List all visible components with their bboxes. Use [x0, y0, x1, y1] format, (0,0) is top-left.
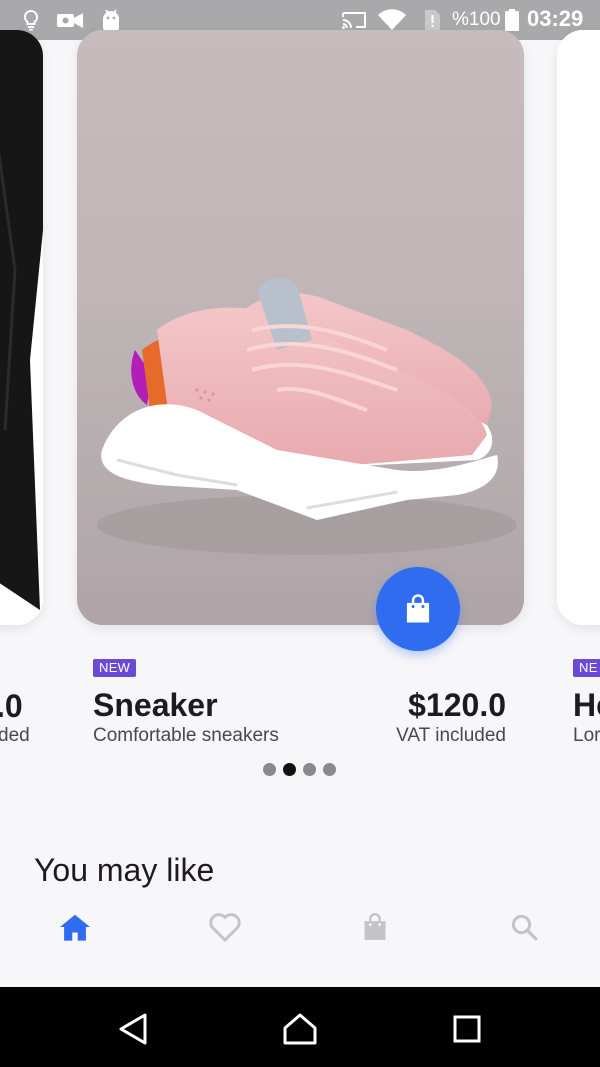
product-description: Comfortable sneakers [93, 725, 279, 746]
bottom-navigation [0, 895, 600, 987]
product-card-previous[interactable] [0, 30, 43, 625]
nav-search[interactable] [494, 907, 554, 947]
heart-outline-icon [209, 913, 241, 942]
shopping-bag-icon [406, 594, 430, 623]
recents-icon [453, 1015, 481, 1043]
nav-home[interactable] [45, 907, 105, 947]
next-product-image [557, 30, 600, 625]
add-to-cart-button[interactable] [376, 567, 460, 651]
page-dot-3[interactable] [303, 763, 316, 776]
sim-alert-icon [425, 10, 440, 30]
cast-icon [342, 12, 366, 29]
next-product-description: Lor [573, 725, 600, 746]
nav-favorites[interactable] [195, 907, 255, 947]
favorite-button[interactable] [519, 86, 524, 126]
new-badge: NEW [93, 659, 137, 677]
page-indicator [263, 763, 336, 776]
product-price: $120.0 [408, 687, 506, 723]
app-screen: %100 03:29 0 ded NEW Sneaker Comfortable… [0, 0, 600, 1067]
page-dot-1[interactable] [263, 763, 276, 776]
back-icon [119, 1013, 147, 1045]
product-name[interactable]: Sneaker [93, 687, 218, 723]
lightbulb-icon [23, 9, 39, 31]
android-icon [103, 9, 119, 30]
system-home-button[interactable] [278, 1007, 322, 1051]
system-navigation-bar [0, 987, 600, 1067]
nav-cart[interactable] [345, 907, 405, 947]
system-recents-button[interactable] [445, 1007, 489, 1051]
video-camera-icon [57, 13, 83, 28]
previous-price: .0 [0, 688, 23, 724]
product-card-next[interactable] [557, 30, 600, 625]
next-product-name: He [573, 687, 600, 723]
next-new-badge: NE [573, 659, 600, 677]
page-dot-2-active[interactable] [283, 763, 296, 776]
home-icon [60, 914, 90, 941]
section-title: You may like [34, 852, 215, 888]
home-outline-icon [283, 1013, 317, 1045]
wifi-icon [378, 9, 406, 31]
vat-label: VAT included [396, 725, 506, 746]
battery-percent: %100 [452, 9, 501, 30]
heart-outline-icon [522, 90, 524, 122]
previous-vat: ded [0, 725, 30, 746]
battery-icon [505, 9, 519, 31]
black-garment-image [0, 30, 43, 625]
shopping-bag-icon [364, 913, 386, 940]
product-card-sneaker[interactable] [77, 30, 524, 625]
clock: 03:29 [527, 6, 584, 31]
search-icon [511, 914, 538, 941]
product-carousel[interactable]: .0 ded NEW Sneaker Comfortable sneakers … [0, 30, 600, 780]
sneaker-image [77, 30, 524, 625]
page-dot-4[interactable] [323, 763, 336, 776]
system-back-button[interactable] [111, 1007, 155, 1051]
